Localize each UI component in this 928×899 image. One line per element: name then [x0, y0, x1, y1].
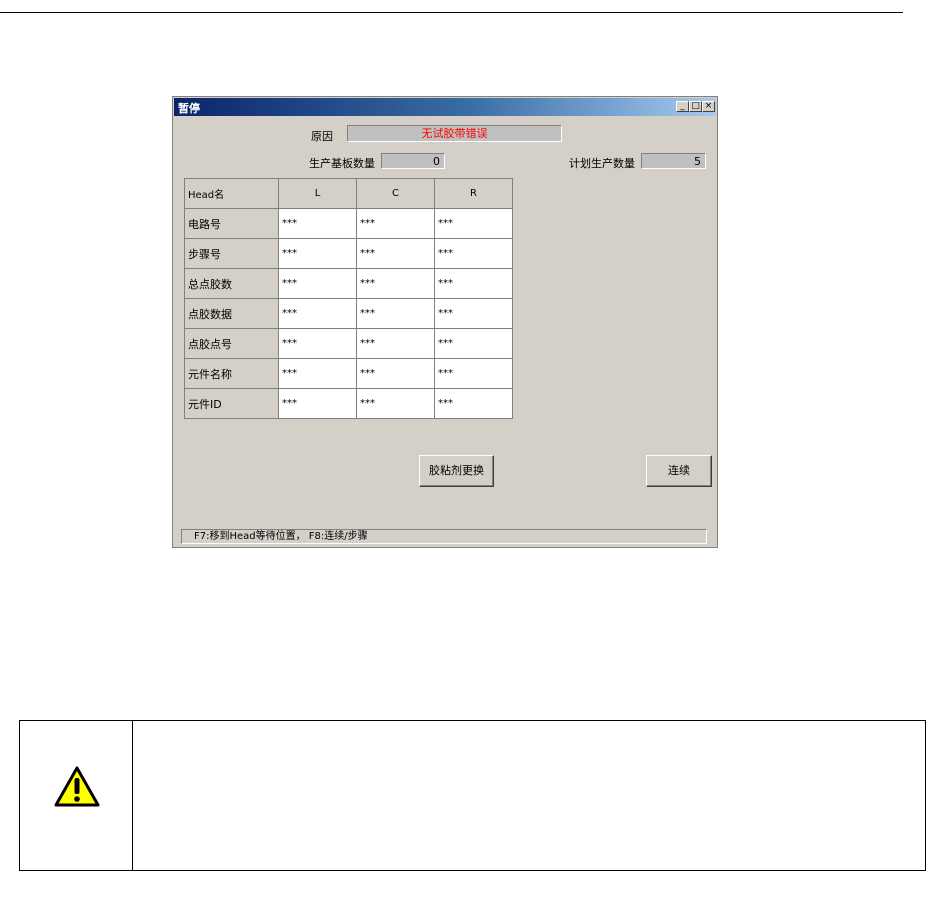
- table-cell: ***: [434, 298, 513, 329]
- table-row: 步骤号 *** *** ***: [184, 238, 513, 269]
- table-cell: ***: [356, 388, 435, 419]
- table-cell: ***: [356, 358, 435, 389]
- table-cell: ***: [434, 238, 513, 269]
- reason-label: 原因: [311, 130, 333, 143]
- table-cell: ***: [356, 208, 435, 239]
- table-cell: ***: [434, 388, 513, 419]
- table-cell: ***: [278, 208, 357, 239]
- row-header: 元件ID: [184, 388, 279, 419]
- table-cell: ***: [278, 238, 357, 269]
- table-cell: ***: [278, 298, 357, 329]
- table-row: 点胶点号 *** *** ***: [184, 328, 513, 359]
- table-cell: ***: [278, 358, 357, 389]
- column-header-l: L: [278, 178, 357, 209]
- row-header: 总点胶数: [184, 268, 279, 299]
- title-bar[interactable]: 暂停 _ □ ×: [174, 98, 716, 116]
- warning-icon: [54, 766, 100, 807]
- top-rule: [0, 12, 903, 13]
- close-button[interactable]: ×: [702, 101, 715, 112]
- table-cell: ***: [278, 388, 357, 419]
- table-cell: ***: [434, 208, 513, 239]
- reason-field: 无试胶带错误: [347, 125, 562, 142]
- table-cell: ***: [356, 298, 435, 329]
- pause-dialog: 暂停 _ □ × 原因 无试胶带错误 生产基板数量 0 计划生产数量 5 Hea…: [172, 96, 718, 548]
- caution-box: [19, 720, 926, 871]
- glue-replace-button[interactable]: 胶粘剂更换: [419, 455, 494, 487]
- table-row: 点胶数据 *** *** ***: [184, 298, 513, 329]
- row-header: 点胶点号: [184, 328, 279, 359]
- head-data-table: Head名 L C R 电路号 *** *** *** 步骤号 *** *** …: [184, 178, 513, 419]
- column-header-r: R: [434, 178, 513, 209]
- table-cell: ***: [278, 328, 357, 359]
- production-count-field: 0: [381, 153, 445, 169]
- row-header: 步骤号: [184, 238, 279, 269]
- table-row: 元件名称 *** *** ***: [184, 358, 513, 389]
- table-header-row: Head名 L C R: [184, 178, 513, 209]
- table-row: 电路号 *** *** ***: [184, 208, 513, 239]
- production-count-label: 生产基板数量: [309, 157, 375, 170]
- table-cell: ***: [278, 268, 357, 299]
- row-header: 元件名称: [184, 358, 279, 389]
- table-row: 总点胶数 *** *** ***: [184, 268, 513, 299]
- row-header: 电路号: [184, 208, 279, 239]
- table-cell: ***: [356, 238, 435, 269]
- table-cell: ***: [434, 358, 513, 389]
- table-cell: ***: [434, 268, 513, 299]
- window-title: 暂停: [178, 102, 200, 115]
- minimize-button[interactable]: _: [676, 101, 689, 112]
- table-cell: ***: [356, 328, 435, 359]
- continue-button[interactable]: 连续: [646, 455, 712, 487]
- table-cell: ***: [434, 328, 513, 359]
- planned-count-label: 计划生产数量: [569, 157, 635, 170]
- status-bar: F7:移到Head等待位置， F8:连续/步骤: [181, 529, 707, 544]
- column-header-head: Head名: [184, 178, 279, 209]
- row-header: 点胶数据: [184, 298, 279, 329]
- column-header-c: C: [356, 178, 435, 209]
- planned-count-field: 5: [641, 153, 706, 169]
- caution-divider: [132, 721, 133, 870]
- table-row: 元件ID *** *** ***: [184, 388, 513, 419]
- maximize-button[interactable]: □: [689, 101, 702, 112]
- table-cell: ***: [356, 268, 435, 299]
